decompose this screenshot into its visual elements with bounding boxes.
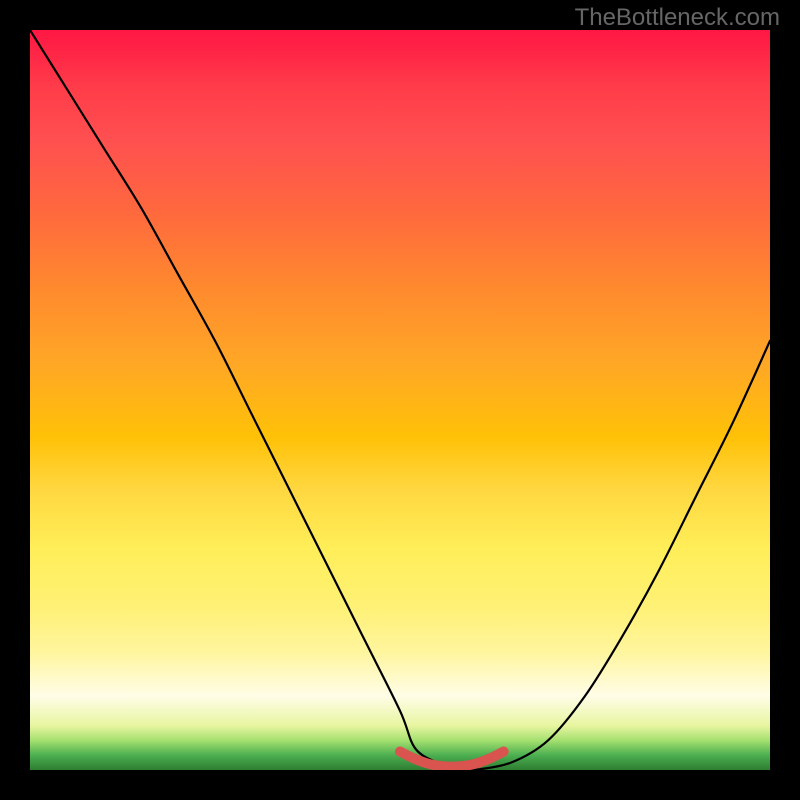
chart-plot-area bbox=[30, 30, 770, 770]
watermark-text: TheBottleneck.com bbox=[575, 4, 780, 32]
bottleneck-curve-line bbox=[30, 30, 770, 770]
chart-svg bbox=[30, 30, 770, 770]
optimal-range-marker bbox=[400, 752, 504, 767]
